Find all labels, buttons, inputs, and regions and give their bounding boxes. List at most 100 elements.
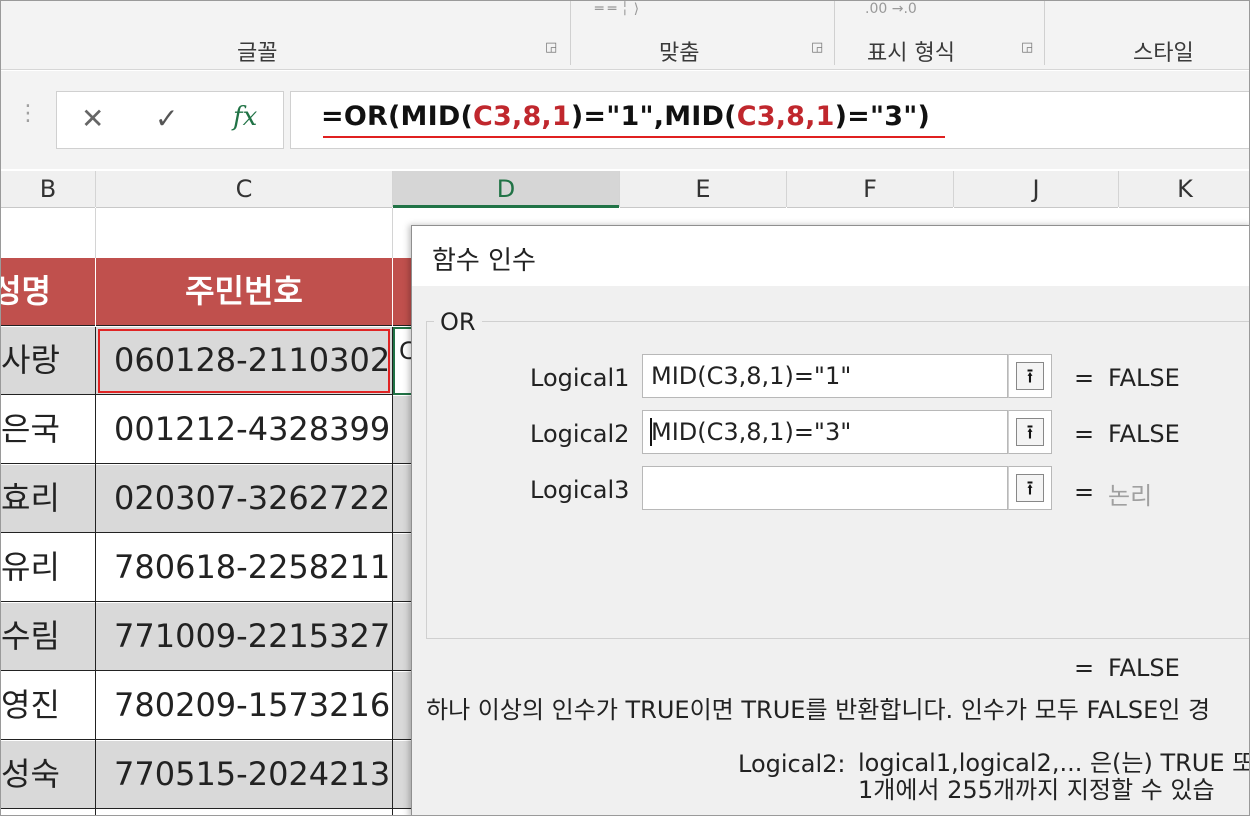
cell-name[interactable]: 성숙 [1, 741, 95, 809]
text-cursor [650, 418, 652, 446]
cancel-icon[interactable]: ✕ [81, 102, 104, 135]
arg-help-text: logical1,logical2,... 은(는) TRUE 또는 1개에서 … [858, 749, 1250, 804]
cell-result[interactable] [393, 534, 413, 602]
cell-name[interactable]: 사랑 [1, 327, 95, 395]
dialog-title: 함수 인수 [432, 246, 536, 276]
drag-handle-icon[interactable]: ⋮ [17, 101, 39, 126]
table-header-result[interactable] [393, 258, 413, 326]
cell-id[interactable]: 770515-2024213 [96, 741, 392, 809]
arg-input-logical1[interactable]: MID(C3,8,1)="1" [642, 354, 1008, 398]
ribbon-group-styles: 스타일 [1045, 1, 1249, 69]
table-header-id[interactable]: 주민번호 [96, 258, 392, 326]
cell-result[interactable] [393, 396, 413, 464]
function-description: 하나 이상의 인수가 TRUE이면 TRUE를 반환합니다. 인수가 모두 FA… [426, 696, 1211, 724]
cell-id[interactable]: 780209-1573216 [96, 672, 392, 740]
ribbon-group-label: 표시 형식 [867, 41, 955, 66]
arg-help-label: Logical2: [738, 750, 846, 778]
dialog-launcher-icon[interactable]: ◲ [1021, 41, 1035, 55]
table-header-name[interactable]: 성명 [1, 258, 95, 326]
formula-part: ) [834, 101, 848, 132]
cell-name[interactable]: 유리 [1, 534, 95, 602]
dialog-titlebar[interactable]: 함수 인수 [412, 226, 1249, 286]
formula-part: MID( [664, 101, 737, 132]
collapse-icon: ⭱ [1016, 418, 1044, 446]
cell-active-d3[interactable]: C [393, 327, 413, 395]
decimal-icons-partial[interactable]: .00 →.0 [865, 1, 917, 17]
gridline [95, 327, 96, 815]
ribbon-group-label: 맞춤 [659, 41, 700, 66]
arg-label-logical1: Logical1 [530, 364, 630, 392]
formula-part: =OR( [321, 101, 401, 132]
equals-sign: = [1074, 654, 1095, 682]
cell-result[interactable] [393, 741, 413, 809]
column-divider [619, 171, 620, 207]
gridline [392, 327, 393, 815]
dialog-launcher-icon[interactable]: ◲ [545, 41, 559, 55]
gridline [95, 208, 96, 258]
collapse-icon: ⭱ [1016, 362, 1044, 390]
formula-ref: C3,8,1 [472, 101, 571, 132]
arg-result-logical2: FALSE [1108, 420, 1180, 448]
column-header-c[interactable]: C [96, 171, 392, 208]
collapse-dialog-button[interactable]: ⭱ [1008, 354, 1052, 398]
equals-sign: = [1074, 478, 1095, 506]
column-divider [392, 171, 393, 207]
ribbon-group-number-format: .00 →.0 표시 형식 ◲ [835, 1, 1043, 69]
cell-id[interactable]: 001212-4328399 [96, 396, 392, 464]
cell-result[interactable] [393, 465, 413, 533]
function-arguments-dialog: 함수 인수 OR Logical1 MID(C3,8,1)="1" ⭱ = FA… [411, 225, 1250, 815]
formula-part: ) [570, 101, 584, 132]
ribbon-group-font: 글꼴 ◲ [1, 1, 569, 69]
cell-id[interactable]: 060128-2110302 [96, 327, 392, 395]
formula-ref: C3,8,1 [736, 101, 835, 132]
equals-sign: = [1074, 420, 1095, 448]
arg-input-logical3[interactable] [642, 466, 1008, 510]
ribbon-group-label: 글꼴 [237, 41, 278, 66]
arg-result-logical1: FALSE [1108, 364, 1180, 392]
dialog-launcher-icon[interactable]: ◲ [811, 41, 825, 55]
column-header-e[interactable]: E [620, 171, 786, 208]
cell-result[interactable] [393, 672, 413, 740]
formula-buttons: ✕ ✓ fx [56, 91, 284, 149]
arg-result-logical3: 논리 [1108, 482, 1153, 510]
annotation-underline [323, 136, 945, 138]
column-header-b[interactable]: B [1, 171, 95, 208]
align-icons-partial: ═ ═ ╎ ⟩ [595, 1, 640, 17]
cell-name[interactable]: 은국 [1, 396, 95, 464]
cell-id[interactable]: 780618-2258211 [96, 534, 392, 602]
formula-part: MID( [400, 101, 473, 132]
arg-label-logical3: Logical3 [530, 476, 630, 504]
column-header-f[interactable]: F [787, 171, 953, 208]
formula-text: =OR(MID(C3,8,1)="1",MID(C3,8,1)="3") [321, 101, 930, 132]
arg-label-logical2: Logical2 [530, 420, 630, 448]
excel-window: 글꼴 ◲ ═ ═ ╎ ⟩ 맞춤 ◲ .00 →.0 표시 형식 ◲ 스타일 ⋮ … [0, 0, 1250, 816]
function-name: OR [434, 308, 482, 336]
gridline [392, 208, 393, 258]
column-divider [953, 171, 954, 207]
cell-name[interactable]: 수림 [1, 603, 95, 671]
formula-input[interactable]: =OR(MID(C3,8,1)="1",MID(C3,8,1)="3") [290, 91, 1249, 149]
formula-bar: ⋮ ✕ ✓ fx =OR(MID(C3,8,1)="1",MID(C3,8,1)… [1, 71, 1249, 169]
ribbon-group-label: 스타일 [1133, 41, 1194, 66]
cell-id[interactable]: 771009-2215327 [96, 603, 392, 671]
collapse-dialog-button[interactable]: ⭱ [1008, 410, 1052, 454]
column-header-k[interactable]: K [1119, 171, 1249, 208]
column-divider [786, 171, 787, 207]
arg-input-logical2[interactable]: MID(C3,8,1)="3" [642, 410, 1008, 454]
arg-help-line: 1개에서 255개까지 지정할 수 있습 [858, 776, 1215, 804]
collapse-dialog-button[interactable]: ⭱ [1008, 466, 1052, 510]
column-header-d[interactable]: D [393, 171, 619, 208]
column-header-j[interactable]: J [954, 171, 1118, 208]
formula-part: ="1", [583, 101, 665, 132]
formula-result: FALSE [1108, 654, 1180, 682]
cell-id[interactable]: 020307-3262722 [96, 465, 392, 533]
arg-help-line: logical1,logical2,... 은(는) TRUE 또는 [858, 749, 1250, 777]
cell-name[interactable]: 효리 [1, 465, 95, 533]
enter-icon[interactable]: ✓ [155, 102, 178, 135]
insert-function-icon[interactable]: fx [233, 102, 257, 132]
column-divider [95, 171, 96, 207]
ribbon-group-alignment: ═ ═ ╎ ⟩ 맞춤 ◲ [571, 1, 833, 69]
cell-name[interactable]: 영진 [1, 672, 95, 740]
equals-sign: = [1074, 364, 1095, 392]
cell-result[interactable] [393, 603, 413, 671]
